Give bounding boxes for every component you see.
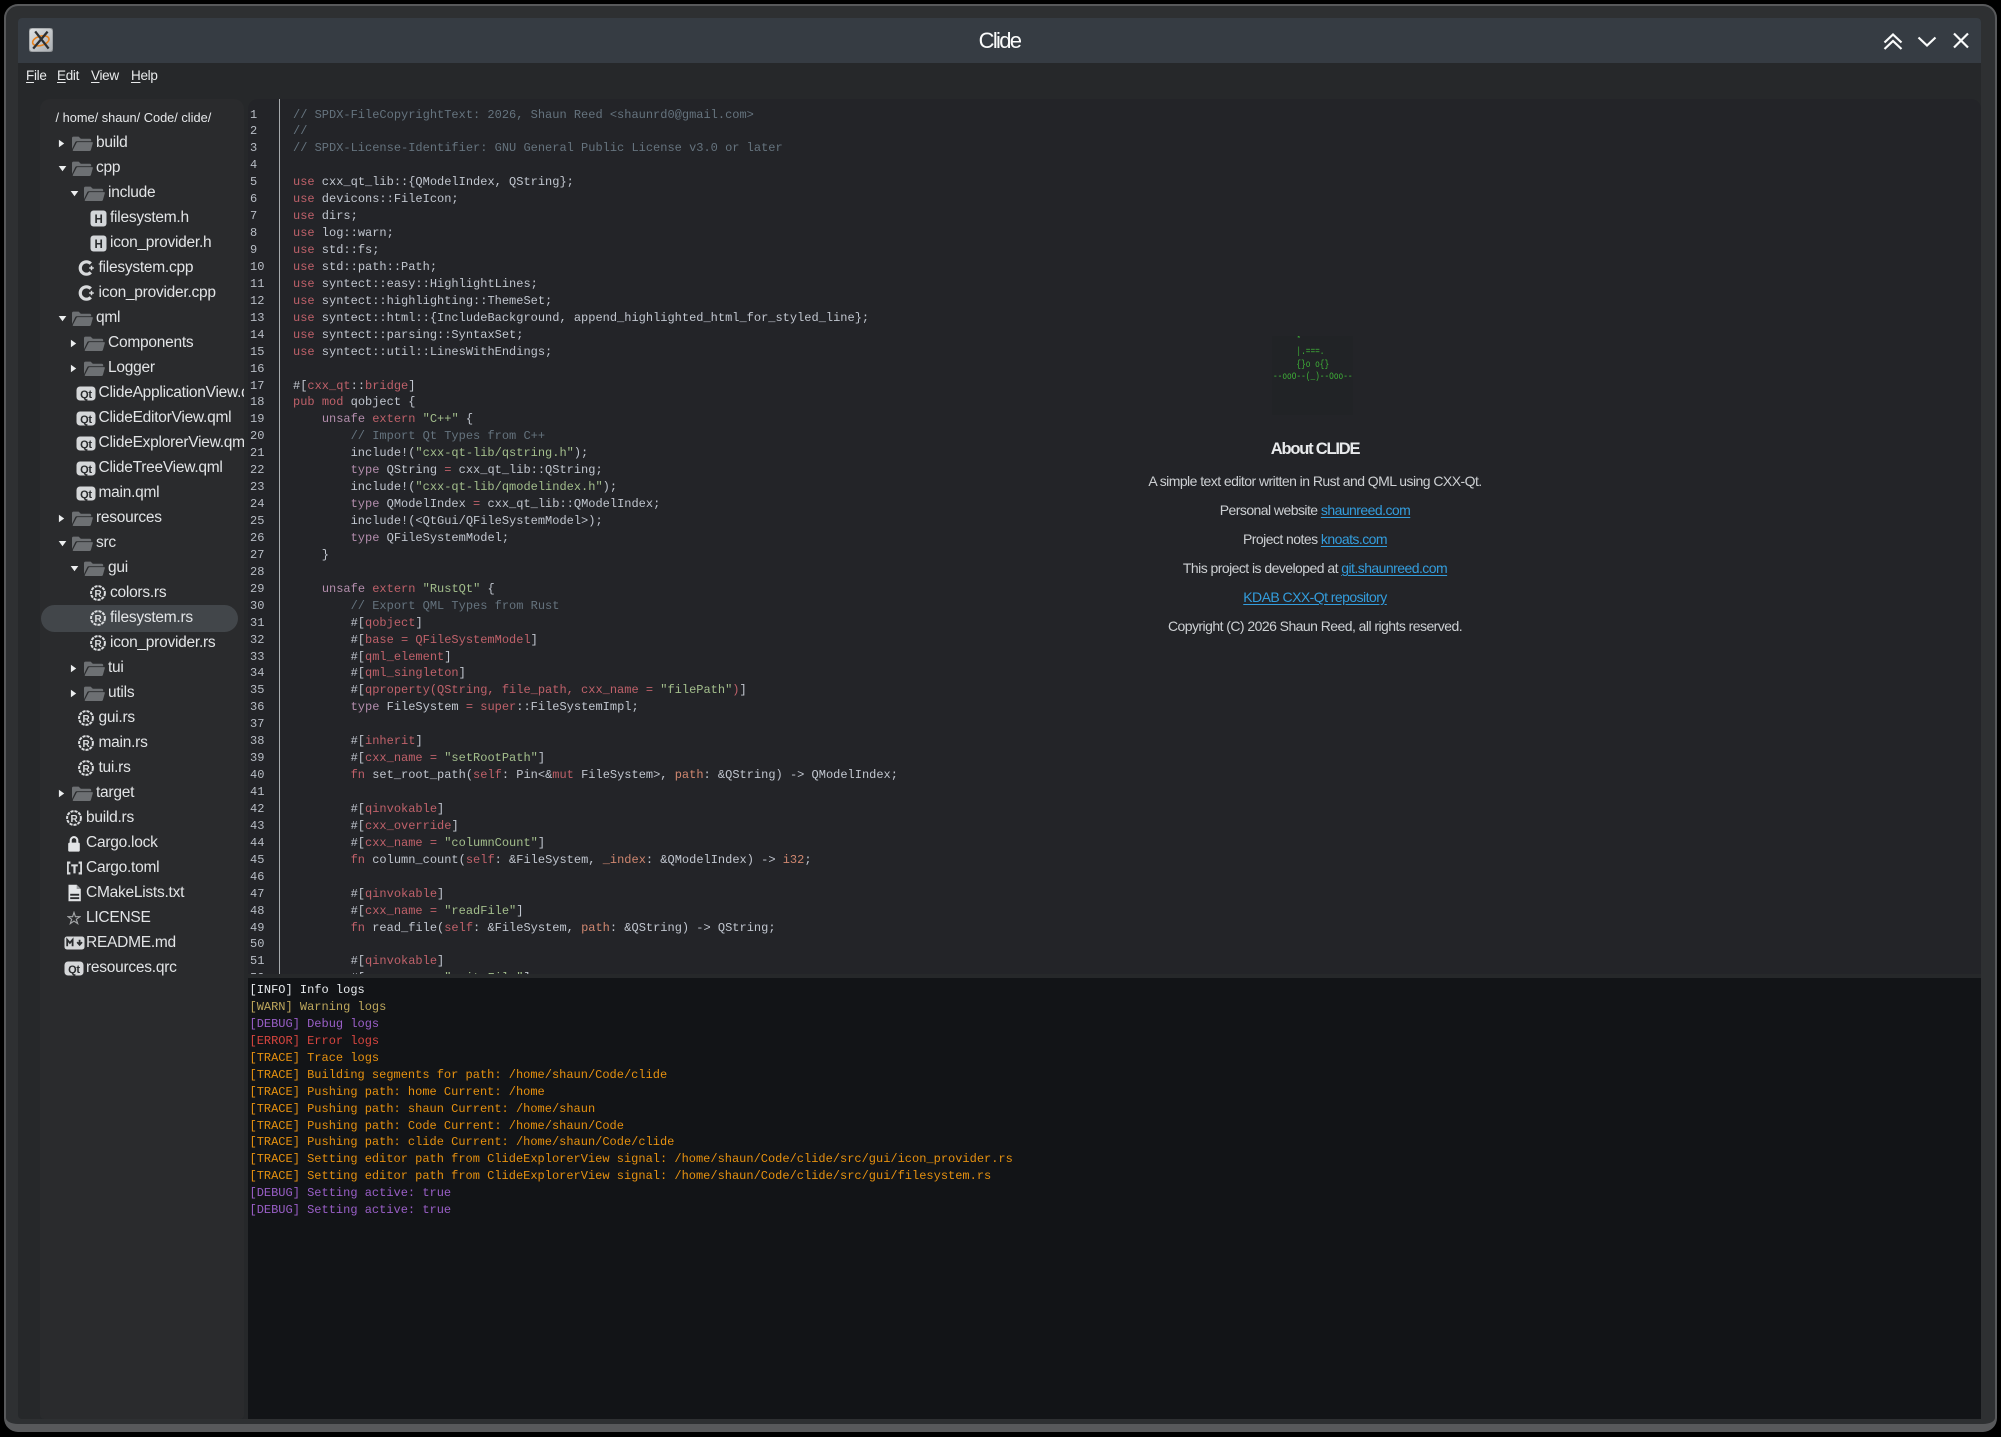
svg-text:Qt: Qt [68, 963, 80, 975]
svg-text:R: R [95, 614, 103, 625]
svg-text:R: R [83, 714, 91, 725]
svg-text:Qt: Qt [80, 413, 92, 425]
svg-text:Qt: Qt [80, 388, 92, 400]
svg-text:R: R [83, 764, 91, 775]
svg-text:R: R [95, 639, 103, 650]
svg-text:Qt: Qt [80, 438, 92, 450]
svg-text:R: R [95, 589, 103, 600]
svg-text:R: R [83, 739, 91, 750]
svg-text:Qt: Qt [80, 488, 92, 500]
svg-text:Qt: Qt [80, 463, 92, 475]
svg-text:R: R [71, 814, 79, 825]
svg-text:H: H [94, 238, 102, 250]
svg-text:H: H [94, 213, 102, 225]
